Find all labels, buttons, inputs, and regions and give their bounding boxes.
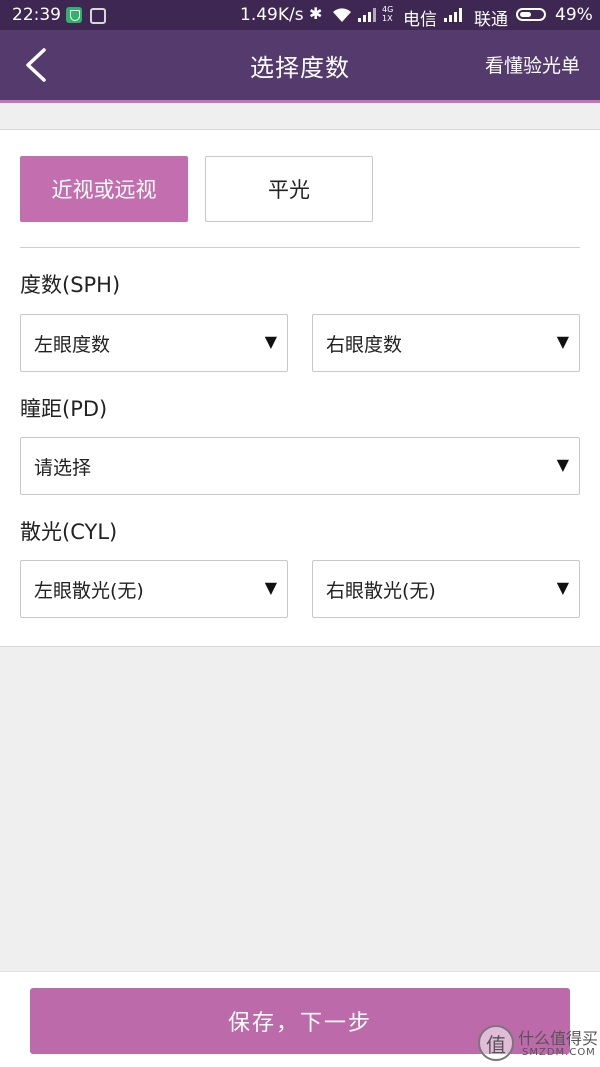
cyl-label: 散光(CYL) bbox=[20, 520, 118, 544]
dropdown-arrow-icon: ▼ bbox=[264, 332, 277, 351]
carrier-unicom: 联通 bbox=[474, 10, 508, 30]
right-eye-cyl-value: 右眼散光(无) bbox=[326, 580, 436, 602]
read-prescription-link[interactable]: 看懂验光单 bbox=[485, 51, 580, 78]
right-eye-sph-value: 右眼度数 bbox=[326, 334, 403, 356]
nav-accent-line bbox=[0, 100, 600, 103]
divider bbox=[20, 247, 580, 248]
battery-percent: 49% bbox=[555, 5, 593, 25]
wifi-icon bbox=[333, 8, 351, 22]
right-eye-cyl-select[interactable]: 右眼散光(无) ▼ bbox=[312, 560, 580, 618]
dropdown-arrow-icon: ▼ bbox=[264, 578, 277, 597]
dropdown-arrow-icon: ▼ bbox=[556, 332, 569, 351]
bluetooth-icon: ✱ bbox=[309, 4, 323, 23]
nav-bar: 选择度数 看懂验光单 bbox=[0, 30, 600, 100]
status-bar: 22:39 1.49K/s ✱ 4G 1X 电信 联通 49% bbox=[0, 0, 600, 30]
left-eye-sph-select[interactable]: 左眼度数 ▼ bbox=[20, 314, 288, 372]
signal-icon-sim1 bbox=[358, 8, 376, 22]
pd-label: 瞳距(PD) bbox=[20, 397, 108, 421]
smzdm-watermark: 值 什么值得买 SMZDM.COM bbox=[478, 1023, 600, 1067]
dropdown-arrow-icon: ▼ bbox=[556, 578, 569, 597]
left-eye-sph-value: 左眼度数 bbox=[34, 334, 111, 356]
gallery-icon bbox=[90, 8, 106, 24]
prescription-form: 近视或远视 平光 度数(SPH) 左眼度数 ▼ 右眼度数 ▼ 瞳距(PD) 请选… bbox=[0, 129, 600, 647]
signal-icon-sim2 bbox=[444, 8, 462, 22]
security-shield-icon bbox=[66, 7, 82, 23]
status-time: 22:39 bbox=[12, 5, 61, 25]
plano-toggle[interactable]: 平光 bbox=[205, 156, 373, 222]
sph-label: 度数(SPH) bbox=[20, 273, 121, 297]
pd-select[interactable]: 请选择 ▼ bbox=[20, 437, 580, 495]
left-eye-cyl-value: 左眼散光(无) bbox=[34, 580, 144, 602]
battery-icon bbox=[516, 8, 546, 21]
network-speed: 1.49K/s bbox=[240, 5, 304, 25]
left-eye-cyl-select[interactable]: 左眼散光(无) ▼ bbox=[20, 560, 288, 618]
network-type: 4G 1X bbox=[382, 5, 394, 23]
pd-value: 请选择 bbox=[34, 457, 92, 479]
right-eye-sph-select[interactable]: 右眼度数 ▼ bbox=[312, 314, 580, 372]
battery-fill bbox=[520, 12, 531, 17]
myopia-hyperopia-toggle[interactable]: 近视或远视 bbox=[20, 156, 188, 222]
watermark-subtext: SMZDM.COM bbox=[522, 1047, 596, 1058]
carrier-telecom: 电信 bbox=[403, 10, 437, 30]
dropdown-arrow-icon: ▼ bbox=[556, 455, 569, 474]
smzdm-logo-icon: 值 bbox=[478, 1025, 514, 1061]
watermark-text: 什么值得买 bbox=[518, 1029, 599, 1048]
